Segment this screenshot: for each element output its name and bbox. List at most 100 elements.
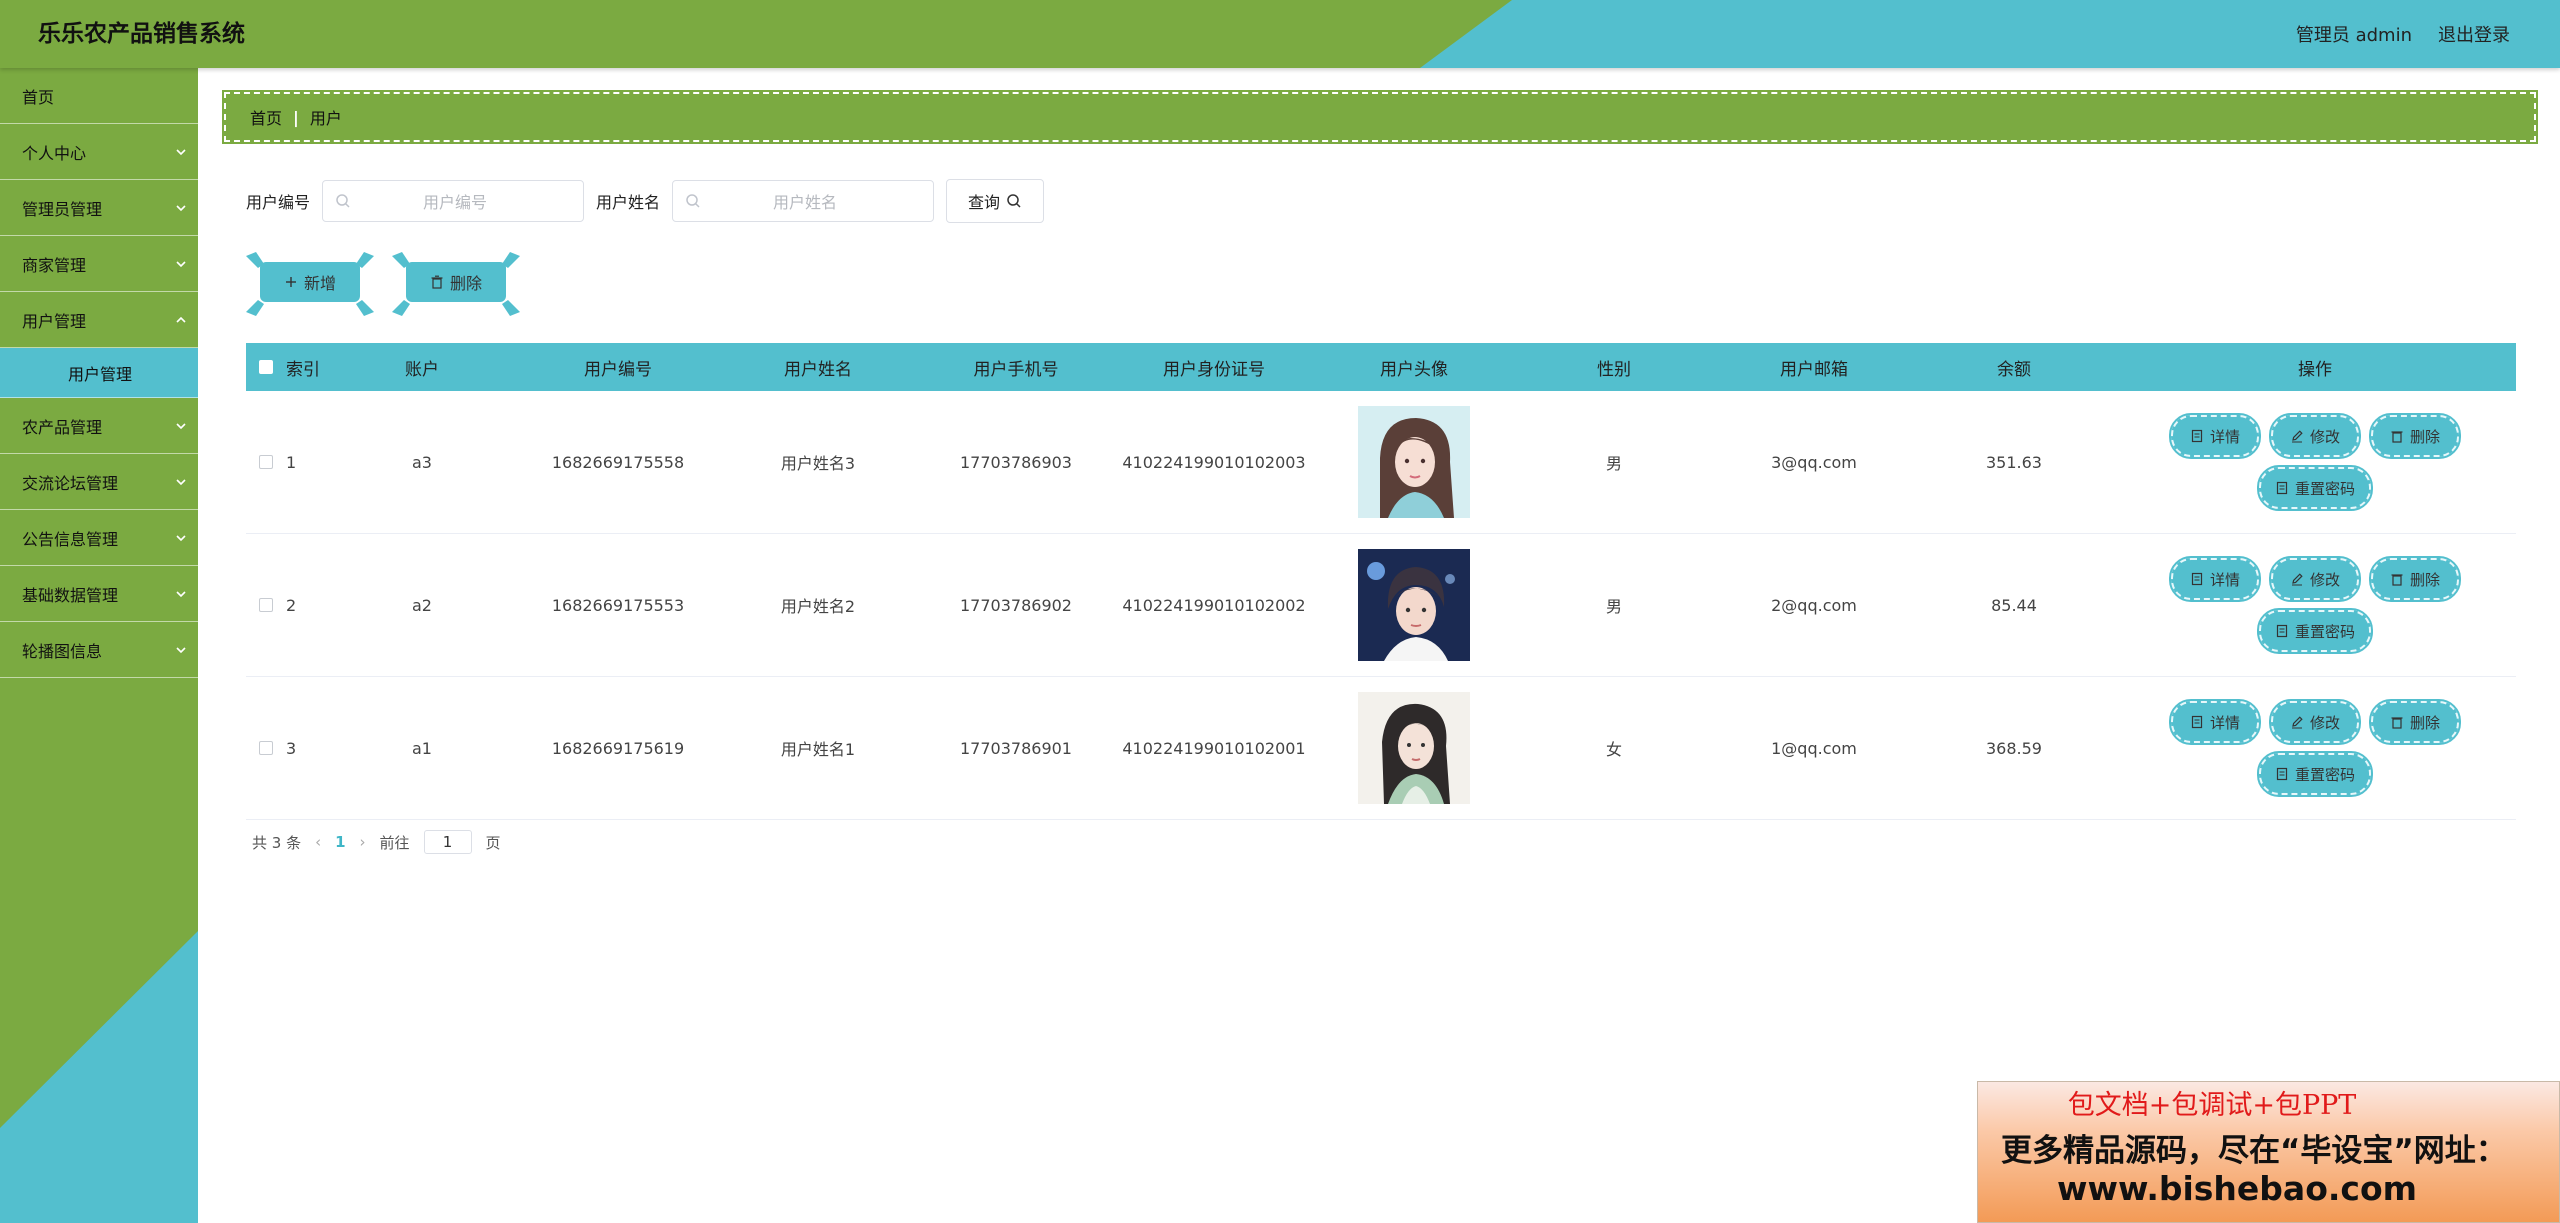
prev-page-button[interactable]: ‹ xyxy=(315,833,321,851)
current-page[interactable]: 1 xyxy=(335,833,345,851)
select-all-checkbox[interactable] xyxy=(259,360,273,374)
sidebar-item-notices[interactable]: 公告信息管理 xyxy=(0,510,198,566)
column-header: 用户邮箱 xyxy=(1780,359,1848,380)
avatar[interactable] xyxy=(1358,692,1470,804)
user-code-cell: 1682669175558 xyxy=(551,452,685,472)
phone-cell: 17703786903 xyxy=(960,452,1072,472)
query-button[interactable]: 查询 xyxy=(946,179,1045,223)
row-checkbox[interactable] xyxy=(259,598,273,612)
chevron-down-icon xyxy=(176,590,186,597)
chevron-down-icon xyxy=(176,646,186,653)
email-cell: 1@qq.com xyxy=(1771,738,1857,758)
chevron-down-icon xyxy=(176,260,186,267)
sex-cell: 女 xyxy=(1605,740,1622,759)
table-row: 2 a2 1682669175553 用户姓名2 17703786902 410… xyxy=(246,534,2516,677)
plus-icon xyxy=(285,277,296,287)
detail-button-label: 详情 xyxy=(2209,713,2240,732)
delete-button-face: 删除 xyxy=(406,262,506,302)
user-code-input[interactable] xyxy=(323,181,588,223)
breadcrumb-current: 用户 xyxy=(309,109,342,128)
header-user-area: 管理员 admin 退出登录 xyxy=(2296,0,2510,68)
sidebar-item-base-data[interactable]: 基础数据管理 xyxy=(0,566,198,622)
detail-button[interactable]: 详情 xyxy=(2169,699,2261,745)
sidebar-item-users[interactable]: 用户管理 xyxy=(0,292,198,348)
user-code-search-box xyxy=(322,180,588,223)
logout-link[interactable]: 退出登录 xyxy=(2438,21,2510,47)
total-count: 共 3 条 xyxy=(252,833,302,852)
user-name-cell: 用户姓名2 xyxy=(780,597,856,616)
avatar[interactable] xyxy=(1358,406,1470,518)
row-select-cell xyxy=(246,598,286,612)
user-code-cell: 1682669175619 xyxy=(551,738,685,758)
column-header: 用户姓名 xyxy=(784,359,852,380)
reset-password-button[interactable]: 重置密码 xyxy=(2257,751,2373,797)
row-checkbox[interactable] xyxy=(259,455,273,469)
row-actions: 详情 修改 删除 重置密码 xyxy=(2114,556,2516,654)
sidebar-item-label: 首页 xyxy=(22,87,55,107)
chevron-down-icon xyxy=(176,478,186,485)
column-header: 用户编号 xyxy=(584,359,652,380)
sidebar-item-merchants[interactable]: 商家管理 xyxy=(0,236,198,292)
sidebar: 首页 个人中心 管理员管理 商家管理 用户管理 用户管理 农产品管理 交流论坛管… xyxy=(0,68,198,1223)
sidebar-item-home[interactable]: 首页 xyxy=(0,68,198,124)
document-icon xyxy=(2191,715,2203,729)
row-delete-button-label: 删除 xyxy=(2409,570,2440,589)
sex-cell: 男 xyxy=(1605,597,1622,616)
add-button[interactable]: 新增 xyxy=(246,252,374,316)
index-cell: 3 xyxy=(286,738,297,758)
id-card-cell: 410224199010102001 xyxy=(1122,738,1306,758)
delete-button[interactable]: 删除 xyxy=(392,252,520,316)
add-button-label: 新增 xyxy=(303,274,336,293)
current-user-label: 管理员 admin xyxy=(2295,25,2412,46)
row-delete-button[interactable]: 删除 xyxy=(2369,556,2461,602)
sidebar-item-label: 个人中心 xyxy=(22,143,87,163)
user-name-cell: 用户姓名1 xyxy=(780,740,856,759)
watermark-banner: 包文档+包调试+包PPT 更多精品源码，尽在“毕设宝”网址： www.bishe… xyxy=(1977,1081,2560,1223)
row-actions: 详情 修改 删除 重置密码 xyxy=(2114,699,2516,797)
reset-password-button-label: 重置密码 xyxy=(2294,622,2355,641)
sidebar-item-admins[interactable]: 管理员管理 xyxy=(0,180,198,236)
document-icon xyxy=(2276,767,2288,781)
avatar[interactable] xyxy=(1358,549,1470,661)
select-all-cell xyxy=(246,360,286,374)
chevron-down-icon xyxy=(176,148,186,155)
row-delete-button-label: 删除 xyxy=(2409,713,2440,732)
id-card-cell: 410224199010102002 xyxy=(1122,595,1306,615)
search-bar: 用户编号 用户姓名 查询 xyxy=(246,179,1045,223)
trash-icon xyxy=(431,275,443,289)
reset-password-button[interactable]: 重置密码 xyxy=(2257,465,2373,511)
edit-button[interactable]: 修改 xyxy=(2269,556,2361,602)
breadcrumb-home[interactable]: 首页 xyxy=(250,105,282,129)
sidebar-item-carousel[interactable]: 轮播图信息 xyxy=(0,622,198,678)
reset-password-button[interactable]: 重置密码 xyxy=(2257,608,2373,654)
document-icon xyxy=(2276,481,2288,495)
edit-button[interactable]: 修改 xyxy=(2269,413,2361,459)
goto-page-input[interactable] xyxy=(423,830,472,854)
email-cell: 2@qq.com xyxy=(1771,595,1857,615)
goto-label: 前往 xyxy=(379,833,410,852)
row-delete-button[interactable]: 删除 xyxy=(2369,699,2461,745)
sidebar-item-forum[interactable]: 交流论坛管理 xyxy=(0,454,198,510)
row-delete-button[interactable]: 删除 xyxy=(2369,413,2461,459)
sidebar-item-products[interactable]: 农产品管理 xyxy=(0,398,198,454)
document-icon xyxy=(2191,429,2203,443)
sidebar-item-profile[interactable]: 个人中心 xyxy=(0,124,198,180)
next-page-button[interactable]: › xyxy=(360,833,366,851)
sidebar-subitem-user-management[interactable]: 用户管理 xyxy=(0,348,198,398)
detail-button-label: 详情 xyxy=(2209,427,2240,446)
edit-button[interactable]: 修改 xyxy=(2269,699,2361,745)
row-checkbox[interactable] xyxy=(259,741,273,755)
search-icon xyxy=(1007,194,1021,208)
reset-password-button-label: 重置密码 xyxy=(2294,765,2355,784)
sidebar-item-label: 用户管理 xyxy=(22,311,87,331)
user-name-cell: 用户姓名3 xyxy=(780,454,856,473)
document-icon xyxy=(2191,572,2203,586)
sidebar-item-label: 基础数据管理 xyxy=(22,585,119,605)
users-table: 索引 账户 用户编号 用户姓名 用户手机号 用户身份证号 用户头像 性别 用户邮… xyxy=(246,343,2516,820)
phone-cell: 17703786901 xyxy=(960,738,1072,758)
user-name-search-box xyxy=(672,180,938,223)
chevron-up-icon xyxy=(176,316,186,323)
detail-button[interactable]: 详情 xyxy=(2169,413,2261,459)
user-name-input[interactable] xyxy=(673,181,938,223)
detail-button[interactable]: 详情 xyxy=(2169,556,2261,602)
